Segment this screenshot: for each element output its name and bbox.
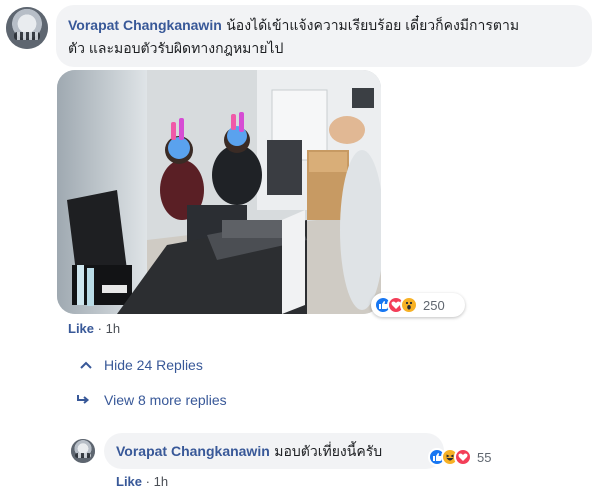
reply-reaction-count: 55 — [477, 449, 492, 465]
reply-bubble: Vorapat Changkanawin มอบตัวเที่ยงนี้ครับ — [104, 433, 444, 469]
comment-reaction-count: 250 — [423, 297, 445, 313]
reply-author[interactable]: Vorapat Changkanawin — [116, 443, 270, 459]
chevron-up-icon — [80, 361, 92, 369]
reply-reactions[interactable]: 55 — [425, 445, 509, 469]
reply-text: มอบตัวเที่ยงนี้ครับ — [274, 443, 383, 459]
love-icon — [454, 448, 472, 466]
wow-icon — [400, 296, 418, 314]
reply-time[interactable]: 1h — [154, 474, 168, 489]
meta-separator: · — [145, 474, 150, 489]
comment-photo[interactable] — [57, 70, 381, 314]
office-photo-image — [57, 70, 381, 314]
reply-like-link[interactable]: Like — [116, 474, 142, 489]
comment-bubble: Vorapat Changkanawin น้องได้เข้าแจ้งความ… — [56, 5, 592, 67]
hide-replies-link[interactable]: Hide 24 Replies — [80, 357, 203, 373]
reply-meta: Like · 1h — [116, 474, 168, 489]
commenter-avatar[interactable] — [6, 7, 48, 49]
comment-text-line2: ตัว และมอบตัวรับผิดทางกฎหมายไป — [68, 40, 284, 56]
reply-arrow-icon — [77, 395, 90, 404]
comment-author[interactable]: Vorapat Changkanawin — [68, 17, 222, 33]
reply-avatar[interactable] — [71, 439, 95, 463]
comment-meta: Like · 1h — [68, 321, 120, 336]
view-more-replies-link[interactable]: View 8 more replies — [76, 392, 227, 408]
hide-replies-label: Hide 24 Replies — [104, 357, 203, 373]
comment-like-link[interactable]: Like — [68, 321, 94, 336]
comment-text-line1: น้องได้เข้าแจ้งความเรียบร้อย เดี๋ยวก็คงม… — [226, 17, 520, 33]
comment-reactions[interactable]: 250 — [371, 293, 465, 317]
meta-separator: · — [97, 321, 102, 336]
view-more-replies-label: View 8 more replies — [104, 392, 227, 408]
comment-time[interactable]: 1h — [106, 321, 120, 336]
